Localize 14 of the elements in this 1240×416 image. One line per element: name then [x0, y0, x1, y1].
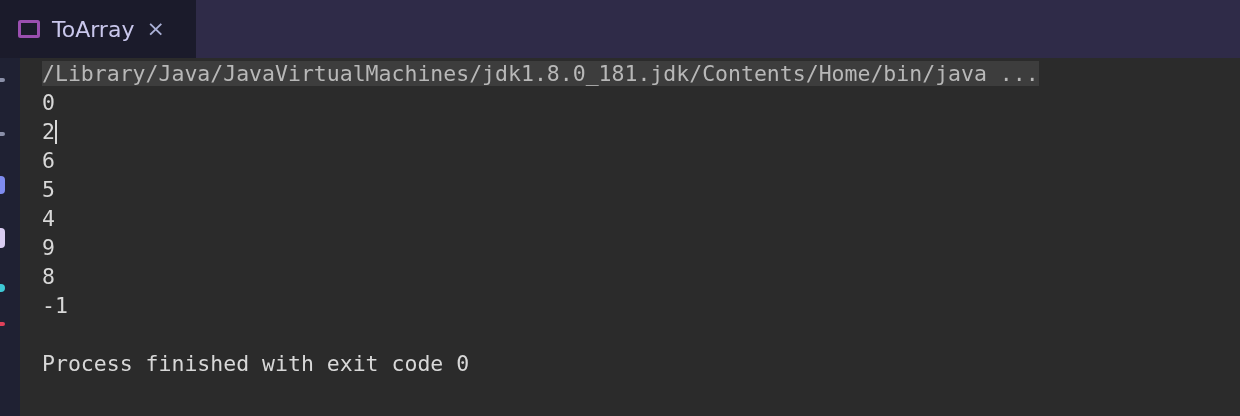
output-line: 5 [42, 176, 55, 204]
output-line: 4 [42, 205, 55, 233]
output-line: 9 [42, 234, 55, 262]
text-cursor [54, 119, 57, 144]
output-line: 0 [42, 89, 55, 117]
tab[interactable]: ToArray × [0, 0, 196, 58]
close-button[interactable]: × [146, 18, 165, 40]
output-line: 6 [42, 147, 55, 175]
output-line: 2 [42, 118, 55, 146]
output-line: 8 [42, 263, 55, 291]
tab-title: ToArray [52, 15, 135, 44]
window-icon [18, 20, 40, 38]
exit-message: Process finished with exit code 0 [42, 351, 470, 376]
output-line: -1 [42, 292, 68, 320]
